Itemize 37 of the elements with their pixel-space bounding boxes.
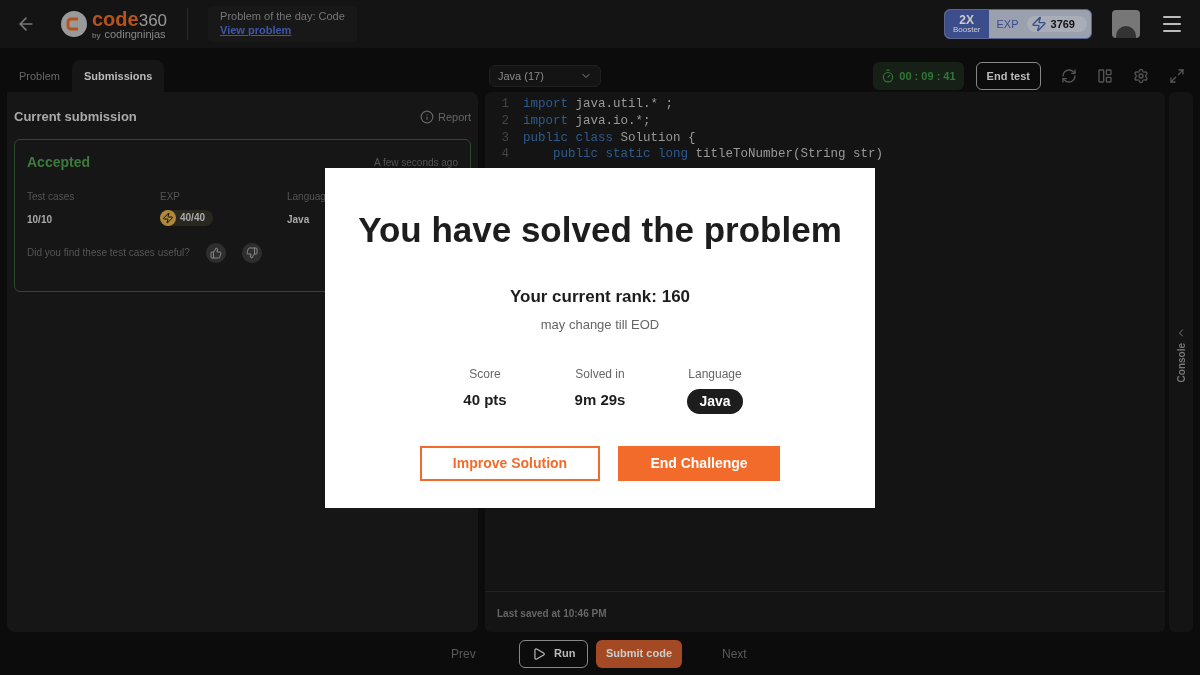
stat-label: Score xyxy=(469,365,501,383)
booster-multiplier: 2X xyxy=(959,14,975,26)
exp-pill: 40/40 xyxy=(160,209,214,226)
booster-label: Booster xyxy=(952,26,981,34)
code-text: java.util.* ; xyxy=(574,97,674,111)
status-text: Accepted xyxy=(27,152,91,172)
code-text: titleToNumber(String str) xyxy=(694,147,884,162)
code-keyword: public class xyxy=(523,130,613,145)
timer: 00 : 09 : 41 xyxy=(873,62,964,90)
last-saved-text: Last saved at 10:46 PM xyxy=(497,608,607,619)
code-keyword: import xyxy=(523,113,568,128)
submission-time: A few seconds ago xyxy=(374,155,458,170)
dialog-title: You have solved the problem xyxy=(358,209,842,251)
code-keyword: import xyxy=(523,97,568,111)
stat-label: Solved in xyxy=(575,365,625,383)
language-pill: Java xyxy=(687,388,743,414)
logo-text: code xyxy=(92,8,139,29)
stat-value: 40 pts xyxy=(463,389,507,410)
panel-title: Current submission xyxy=(14,108,137,126)
stat-value: Java xyxy=(287,212,311,227)
code-keyword: public static long xyxy=(552,147,689,162)
logo-number: 360 xyxy=(138,11,168,29)
logo-brand: codingninjas xyxy=(104,28,166,40)
stat-value: 10/10 xyxy=(27,212,54,227)
stat-label: Language xyxy=(688,365,742,383)
rank-text: Your current rank: 160 xyxy=(509,285,691,308)
stat-label: Languag xyxy=(287,189,326,204)
rank-note: may change till EOD xyxy=(540,316,660,334)
stat-value: 9m 29s xyxy=(574,389,626,410)
problem-of-day-label: Problem of the day: Code xyxy=(220,10,345,24)
exp-value: 3769 xyxy=(1050,16,1075,32)
code-text: java.io.*; xyxy=(574,113,651,128)
code-text: Solution { xyxy=(619,130,696,145)
stat-label: EXP xyxy=(160,189,181,204)
exp-label: EXP xyxy=(995,16,1020,32)
feedback-question: Did you find these test cases useful? xyxy=(27,246,190,260)
logo-by: by xyxy=(92,31,101,40)
